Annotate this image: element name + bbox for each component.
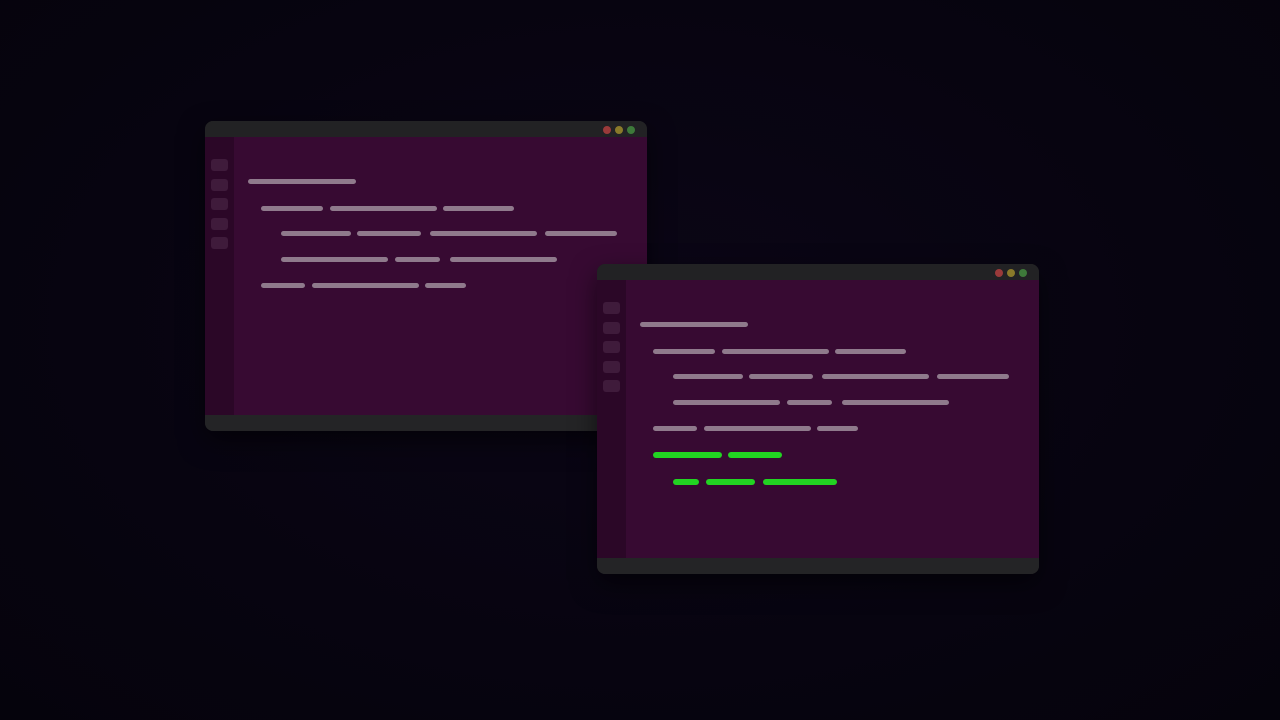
highlighted-line-placeholder [653,452,722,458]
text-line-placeholder [545,231,617,236]
text-line-placeholder [722,349,829,354]
text-line-placeholder [673,400,780,405]
terminal-body[interactable] [205,137,647,415]
close-dot-icon[interactable] [603,126,611,134]
status-bar [205,415,647,431]
text-line-placeholder [357,231,421,236]
text-line-placeholder [261,283,305,288]
highlighted-line-placeholder [673,479,699,485]
terminal-body[interactable] [597,280,1039,558]
highlighted-line-placeholder [728,452,782,458]
text-line-placeholder [640,322,748,327]
text-line-placeholder [425,283,466,288]
terminal-output [597,280,1039,558]
status-bar [597,558,1039,574]
terminal-window-front[interactable] [597,264,1039,574]
terminal-output [205,137,647,415]
close-dot-icon[interactable] [995,269,1003,277]
text-line-placeholder [822,374,929,379]
text-line-placeholder [261,206,323,211]
text-line-placeholder [835,349,906,354]
terminal-window-back[interactable] [205,121,647,431]
text-line-placeholder [330,206,437,211]
text-line-placeholder [395,257,440,262]
text-line-placeholder [842,400,949,405]
title-bar[interactable] [597,264,1039,280]
title-bar[interactable] [205,121,647,137]
text-line-placeholder [653,426,697,431]
text-line-placeholder [281,257,388,262]
maximize-dot-icon[interactable] [627,126,635,134]
text-line-placeholder [673,374,743,379]
minimize-dot-icon[interactable] [1007,269,1015,277]
text-line-placeholder [937,374,1009,379]
text-line-placeholder [704,426,811,431]
highlighted-line-placeholder [706,479,755,485]
text-line-placeholder [281,231,351,236]
text-line-placeholder [653,349,715,354]
text-line-placeholder [787,400,832,405]
text-line-placeholder [248,179,356,184]
text-line-placeholder [312,283,419,288]
text-line-placeholder [450,257,557,262]
desktop-background [0,0,1280,720]
text-line-placeholder [817,426,858,431]
highlighted-line-placeholder [763,479,837,485]
text-line-placeholder [430,231,537,236]
maximize-dot-icon[interactable] [1019,269,1027,277]
text-line-placeholder [443,206,514,211]
minimize-dot-icon[interactable] [615,126,623,134]
text-line-placeholder [749,374,813,379]
